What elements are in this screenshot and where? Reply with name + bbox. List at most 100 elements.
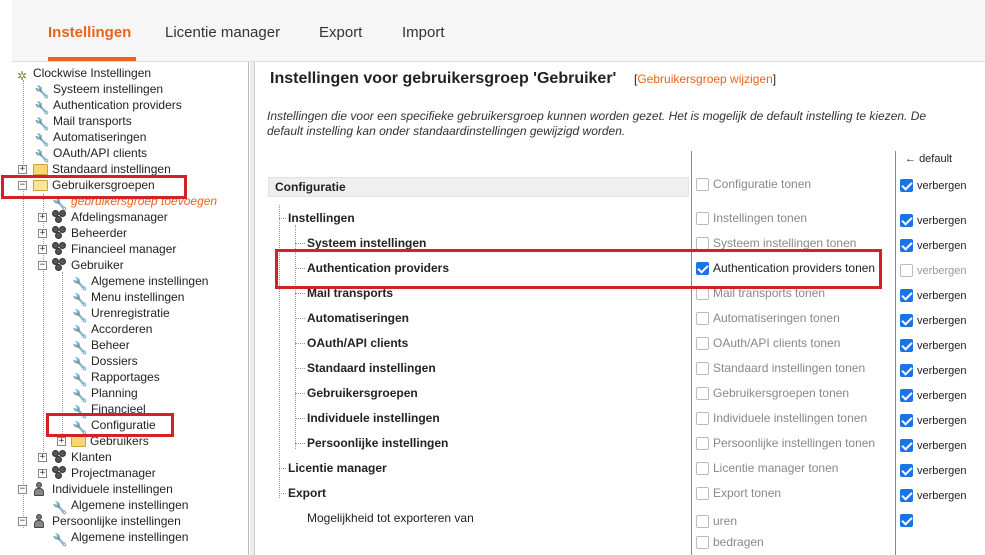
checkbox[interactable]	[900, 339, 913, 352]
group-icon	[52, 226, 68, 240]
tree-line	[295, 368, 305, 369]
checkbox[interactable]	[696, 515, 709, 528]
tree-item-beheerder[interactable]: Beheerder	[52, 225, 127, 241]
tree-item-planning[interactable]: 🔧 Planning	[72, 385, 138, 403]
default-toggle[interactable]: verbergen	[900, 389, 967, 403]
setting-toggle[interactable]: Standaard instellingen tonen	[696, 361, 865, 375]
expand-icon[interactable]: +	[18, 165, 27, 174]
checkbox[interactable]	[696, 212, 709, 225]
export-option-uren[interactable]: uren	[696, 514, 737, 528]
default-toggle[interactable]: verbergen	[900, 239, 967, 253]
expand-icon[interactable]: +	[38, 229, 47, 238]
default-toggle[interactable]: verbergen	[900, 264, 967, 278]
checkbox[interactable]	[696, 412, 709, 425]
checkbox[interactable]	[900, 264, 913, 277]
checkbox[interactable]	[696, 178, 709, 191]
expand-icon[interactable]: +	[38, 469, 47, 478]
tab-licentie-manager[interactable]: Licentie manager	[165, 24, 280, 41]
tree-item-urenregistratie[interactable]: 🔧 Urenregistratie	[72, 305, 170, 323]
setting-toggle[interactable]: Instellingen tonen	[696, 211, 807, 225]
tree-item-individuele[interactable]: Individuele instellingen	[34, 481, 173, 497]
collapse-icon[interactable]: −	[18, 485, 27, 494]
tree-item-projectmanager[interactable]: Projectmanager	[52, 465, 156, 481]
setting-toggle[interactable]: Persoonlijke instellingen tonen	[696, 436, 875, 450]
tree-item-algemene[interactable]: 🔧 Algemene instellingen	[72, 273, 209, 291]
tab-instellingen[interactable]: Instellingen	[48, 24, 131, 41]
checkbox[interactable]	[696, 536, 709, 549]
checkbox[interactable]	[900, 389, 913, 402]
setting-toggle[interactable]: Licentie manager tonen	[696, 461, 838, 475]
checkbox[interactable]	[900, 179, 913, 192]
person-icon	[34, 482, 44, 496]
setting-toggle[interactable]: Systeem instellingen tonen	[696, 236, 856, 250]
tree-item-afdelingsmanager[interactable]: Afdelingsmanager	[52, 209, 168, 225]
tab-import[interactable]: Import	[402, 24, 445, 41]
default-toggle[interactable]: verbergen	[900, 364, 967, 378]
tree-item-rapportages[interactable]: 🔧 Rapportages	[72, 369, 160, 387]
default-toggle[interactable]: verbergen	[900, 214, 967, 228]
setting-toggle[interactable]: Gebruikersgroepen tonen	[696, 386, 849, 400]
collapse-icon[interactable]: −	[18, 517, 27, 526]
tree-item-beheer[interactable]: 🔧 Beheer	[72, 337, 130, 355]
checkbox[interactable]	[696, 387, 709, 400]
tree-item-automatiseringen[interactable]: 🔧 Automatiseringen	[34, 129, 147, 147]
checkbox[interactable]	[900, 464, 913, 477]
tree-item-gebruiker[interactable]: Gebruiker	[52, 257, 124, 273]
checkbox[interactable]	[900, 514, 913, 527]
checkbox[interactable]	[900, 239, 913, 252]
tree-item-klanten[interactable]: Klanten	[52, 449, 112, 465]
tree-item-financieel-manager[interactable]: Financieel manager	[52, 241, 176, 257]
checkbox[interactable]	[696, 312, 709, 325]
tree-item-dossiers[interactable]: 🔧 Dossiers	[72, 353, 138, 371]
tree-item-oauth[interactable]: 🔧 OAuth/API clients	[34, 145, 148, 163]
pane-divider[interactable]	[250, 62, 255, 555]
tree-item-menu[interactable]: 🔧 Menu instellingen	[72, 289, 185, 307]
tree-item-mail[interactable]: 🔧 Mail transports	[34, 113, 132, 131]
default-toggle[interactable]: verbergen	[900, 489, 967, 503]
group-icon	[52, 258, 68, 272]
setting-toggle[interactable]: OAuth/API clients tonen	[696, 336, 840, 350]
export-option-bedragen[interactable]: bedragen	[696, 535, 764, 549]
tree-item-accorderen[interactable]: 🔧 Accorderen	[72, 321, 153, 339]
setting-toggle[interactable]: Individuele instellingen tonen	[696, 411, 867, 425]
expand-icon[interactable]: +	[38, 245, 47, 254]
tree-item-persoonlijke-algemene[interactable]: 🔧 Algemene instellingen	[52, 529, 189, 547]
section-toggle[interactable]: Configuratie tonen	[696, 177, 811, 191]
tab-export[interactable]: Export	[319, 24, 362, 41]
expand-icon[interactable]: +	[38, 213, 47, 222]
checkbox[interactable]	[900, 439, 913, 452]
tree-item-persoonlijke[interactable]: Persoonlijke instellingen	[34, 513, 181, 529]
checkbox[interactable]	[696, 337, 709, 350]
checkbox[interactable]	[900, 414, 913, 427]
setting-toggle[interactable]: Export tonen	[696, 486, 781, 500]
tree-item-individuele-algemene[interactable]: 🔧 Algemene instellingen	[52, 497, 189, 515]
collapse-icon[interactable]: −	[38, 261, 47, 270]
active-tab-indicator	[48, 57, 136, 61]
expand-icon[interactable]: +	[57, 437, 66, 446]
tree-item-systeem[interactable]: 🔧 Systeem instellingen	[34, 81, 164, 99]
default-toggle[interactable]: verbergen	[900, 414, 967, 428]
highlight-box	[1, 175, 187, 199]
default-toggle[interactable]: verbergen	[900, 314, 967, 328]
tree-root[interactable]: ✲ Clockwise Instellingen	[14, 65, 151, 83]
tree-line	[295, 443, 305, 444]
checkbox[interactable]	[900, 364, 913, 377]
checkbox[interactable]	[696, 462, 709, 475]
change-group-link[interactable]: [Gebruikersgroep wijzigen]	[634, 72, 776, 86]
tree-item-auth[interactable]: 🔧 Authentication providers	[34, 97, 182, 115]
default-toggle[interactable]: verbergen	[900, 439, 967, 453]
default-toggle[interactable]: verbergen	[900, 339, 967, 353]
default-toggle[interactable]	[900, 514, 917, 528]
default-toggle[interactable]: verbergen	[900, 464, 967, 478]
checkbox[interactable]	[696, 487, 709, 500]
checkbox[interactable]	[696, 437, 709, 450]
default-toggle[interactable]: verbergen	[900, 179, 967, 193]
checkbox[interactable]	[900, 289, 913, 302]
setting-toggle[interactable]: Automatiseringen tonen	[696, 311, 840, 325]
checkbox[interactable]	[900, 214, 913, 227]
default-toggle[interactable]: verbergen	[900, 289, 967, 303]
checkbox[interactable]	[900, 489, 913, 502]
checkbox[interactable]	[900, 314, 913, 327]
expand-icon[interactable]: +	[38, 453, 47, 462]
checkbox[interactable]	[696, 362, 709, 375]
